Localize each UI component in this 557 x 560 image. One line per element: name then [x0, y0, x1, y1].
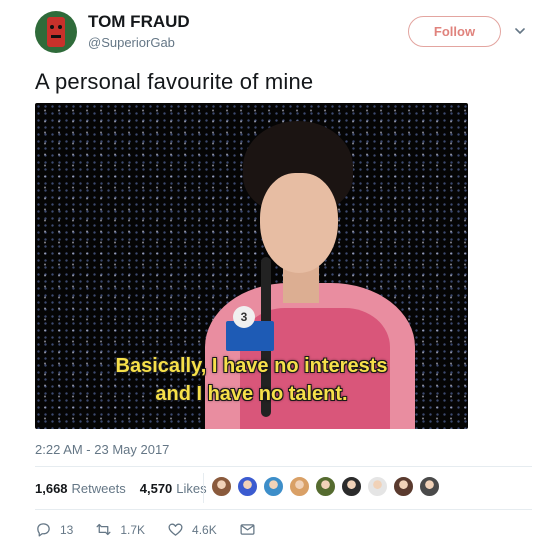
- like-button[interactable]: 4.6K: [167, 521, 217, 538]
- tweet-media-image[interactable]: 3 Basically, I have no interests and I h…: [35, 103, 468, 429]
- retweets-count: 1,668: [35, 481, 68, 496]
- envelope-icon: [240, 524, 255, 535]
- tweet-stats: 1,668 Retweets 4,570 Likes: [35, 481, 207, 496]
- tweet-card: TOM FRAUD @SuperiorGab Follow A personal…: [0, 0, 557, 560]
- liker-avatar[interactable]: [393, 476, 414, 497]
- retweets-stat[interactable]: 1,668 Retweets: [35, 481, 126, 496]
- liker-avatar[interactable]: [263, 476, 284, 497]
- tweet-timestamp[interactable]: 2:22 AM - 23 May 2017: [35, 442, 169, 457]
- tweet-text: A personal favourite of mine: [35, 69, 314, 94]
- direct-message-button[interactable]: [239, 521, 256, 538]
- reply-icon: [37, 523, 50, 537]
- liker-avatar[interactable]: [211, 476, 232, 497]
- liker-avatar[interactable]: [315, 476, 336, 497]
- stats-separator: [203, 473, 204, 503]
- contestant-badge: 3: [233, 306, 255, 328]
- likes-stat[interactable]: 4,570 Likes: [140, 481, 207, 496]
- avatar[interactable]: [35, 11, 77, 53]
- retweets-label: Retweets: [71, 481, 126, 496]
- person-face: [260, 173, 338, 273]
- liker-avatars: [211, 476, 440, 497]
- divider: [35, 466, 532, 467]
- heart-icon: [168, 523, 183, 536]
- liker-avatar[interactable]: [341, 476, 362, 497]
- divider: [35, 509, 532, 510]
- subtitle-line-2: and I have no talent.: [155, 383, 348, 405]
- retweet-button[interactable]: 1.7K: [95, 521, 145, 538]
- follow-button[interactable]: Follow: [408, 16, 501, 47]
- tweet-actions: 13 1.7K 4.6K: [35, 521, 278, 538]
- liker-avatar[interactable]: [289, 476, 310, 497]
- user-display-name[interactable]: TOM FRAUD: [88, 12, 190, 32]
- retweet-count: 1.7K: [120, 522, 146, 537]
- like-count: 4.6K: [192, 522, 217, 537]
- reply-count: 13: [60, 522, 74, 537]
- chevron-down-icon[interactable]: [515, 26, 525, 36]
- subtitle-line-1: Basically, I have no interests: [115, 355, 388, 377]
- liker-avatar[interactable]: [419, 476, 440, 497]
- liker-avatar[interactable]: [367, 476, 388, 497]
- avatar-image: [47, 17, 65, 47]
- liker-avatar[interactable]: [237, 476, 258, 497]
- reply-button[interactable]: 13: [35, 521, 73, 538]
- likes-count: 4,570: [139, 481, 173, 496]
- retweet-icon: [96, 523, 111, 536]
- user-handle[interactable]: @SuperiorGab: [88, 35, 175, 50]
